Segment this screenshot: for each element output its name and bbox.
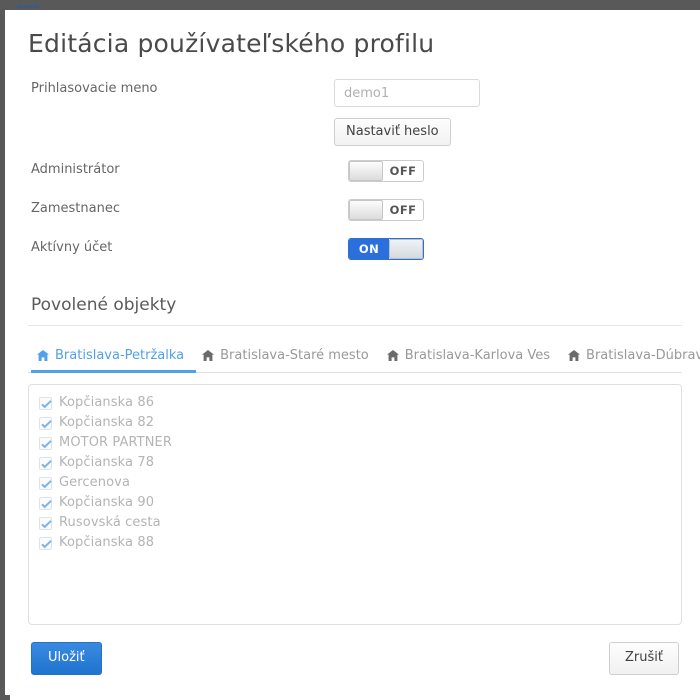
administrator-label: Administrátor [31, 162, 120, 177]
checkbox-checked-icon[interactable] [39, 396, 52, 410]
form-row-employee: Zamestnanec OFF [28, 199, 682, 238]
checkbox-checked-icon[interactable] [39, 416, 52, 430]
save-button[interactable]: Uložiť [31, 642, 102, 676]
administrator-control-area: OFF [348, 160, 424, 182]
tab-label: Bratislava-Karlova Ves [404, 348, 551, 364]
tab-bratislava-dubravka[interactable]: Bratislava-Dúbravka [562, 346, 700, 373]
username-label: Prihlasovacie meno [31, 81, 158, 96]
section-divider [28, 325, 682, 327]
list-item-label: Kopčianska 78 [59, 455, 155, 471]
employee-toggle[interactable]: OFF [348, 199, 424, 221]
form-row-username: Prihlasovacie meno [28, 79, 682, 118]
cancel-button[interactable]: Zrušiť [609, 642, 679, 676]
list-item[interactable]: Kopčianska 78 [39, 453, 671, 473]
username-control-area [334, 79, 480, 107]
form-row-set-password: Nastaviť heslo [28, 118, 682, 160]
toggle-knob [349, 200, 383, 220]
list-item-label: Rusovská cesta [59, 515, 161, 531]
list-item[interactable]: Rusovská cesta [39, 513, 671, 533]
tab-bratislava-stare-mesto[interactable]: Bratislava-Staré mesto [196, 346, 381, 373]
tab-bratislava-karlova-ves[interactable]: Bratislava-Karlova Ves [381, 346, 562, 373]
window-chrome-artifact [17, 5, 39, 8]
checkbox-checked-icon[interactable] [39, 536, 52, 550]
tab-label: Bratislava-Staré mesto [220, 348, 369, 364]
list-item[interactable]: Kopčianska 90 [39, 493, 671, 513]
list-item[interactable]: Gercenova [39, 473, 671, 493]
home-icon [386, 350, 399, 362]
form-row-administrator: Administrátor OFF [28, 160, 682, 199]
section-heading: Povolené objekty [31, 295, 177, 315]
checkbox-checked-icon[interactable] [39, 456, 52, 470]
allowed-objects-section: Povolené objekty [28, 294, 682, 327]
tab-bratislava-petrzalka[interactable]: Bratislava-Petržalka [31, 346, 197, 374]
checkbox-checked-icon[interactable] [39, 496, 52, 510]
window-frame: Editácia používateľského profilu Prihlas… [0, 0, 700, 700]
active-account-toggle[interactable]: ON [348, 238, 424, 260]
employee-label: Zamestnanec [31, 201, 120, 216]
tab-label: Bratislava-Petržalka [55, 348, 185, 364]
toggle-knob [389, 239, 423, 259]
list-item-label: MOTOR PARTNER [59, 435, 172, 451]
list-item-label: Kopčianska 82 [59, 415, 155, 431]
active-account-control-area: ON [348, 238, 424, 260]
employee-control-area: OFF [348, 199, 424, 221]
active-account-label: Aktívny účet [31, 240, 113, 255]
list-item-label: Kopčianska 88 [59, 535, 155, 551]
username-input[interactable] [334, 79, 480, 107]
administrator-toggle[interactable]: OFF [348, 160, 424, 182]
list-item[interactable]: Kopčianska 82 [39, 413, 671, 433]
user-profile-edit-page: Editácia používateľského profilu Prihlas… [10, 10, 700, 700]
home-icon [202, 350, 215, 362]
list-item[interactable]: Kopčianska 88 [39, 533, 671, 553]
form-actions: Uložiť Zrušiť [28, 642, 682, 676]
form-row-active-account: Aktívny účet ON [28, 238, 682, 277]
list-item[interactable]: MOTOR PARTNER [39, 433, 671, 453]
allowed-objects-panel: Kopčianska 86 Kopčianska 82 MOTOR PARTNE… [28, 384, 682, 626]
checkbox-checked-icon[interactable] [39, 516, 52, 530]
home-icon [37, 350, 49, 362]
list-item-label: Kopčianska 86 [59, 395, 155, 411]
tab-label: Bratislava-Dúbravka [586, 348, 700, 364]
set-password-control-area: Nastaviť heslo [334, 118, 451, 146]
list-item[interactable]: Kopčianska 86 [39, 393, 671, 413]
set-password-button[interactable]: Nastaviť heslo [334, 118, 451, 146]
page-title: Editácia používateľského profilu [28, 29, 435, 58]
list-item-label: Gercenova [59, 475, 131, 491]
checkbox-checked-icon[interactable] [39, 476, 52, 490]
employee-toggle-state: OFF [389, 203, 417, 217]
toggle-knob [349, 161, 383, 181]
home-icon [568, 350, 581, 362]
active-account-toggle-state: ON [358, 242, 380, 256]
location-tabs: Bratislava-Petržalka Bratislava-Staré me… [28, 346, 700, 374]
checkbox-checked-icon[interactable] [39, 436, 52, 450]
administrator-toggle-state: OFF [389, 164, 417, 178]
list-item-label: Kopčianska 90 [59, 495, 155, 511]
